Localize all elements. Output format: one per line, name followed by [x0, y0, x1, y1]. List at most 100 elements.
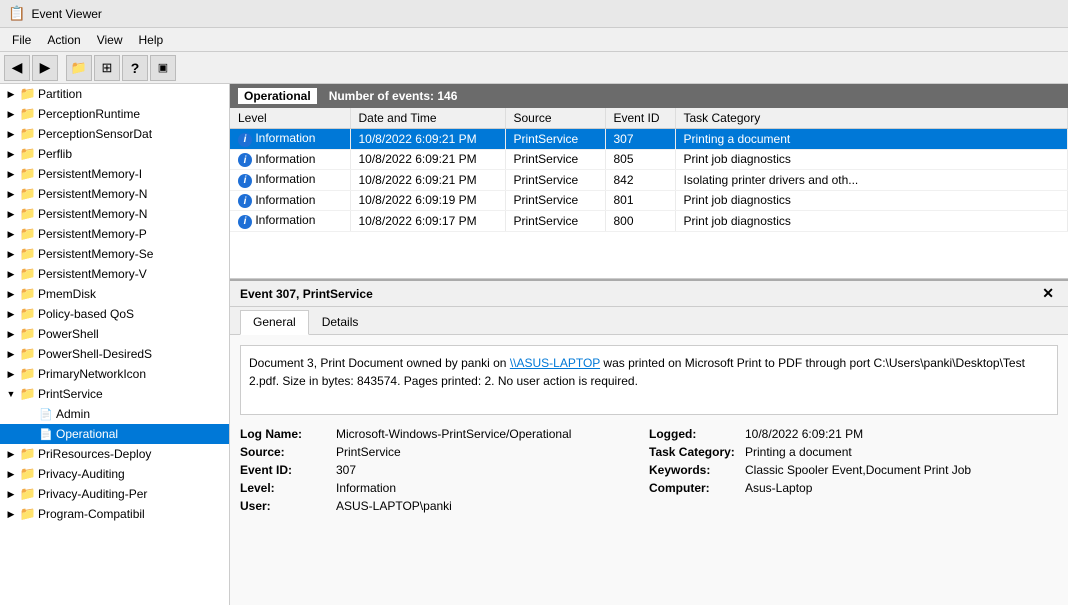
menu-help[interactable]: Help	[131, 31, 172, 49]
sidebar-item-persistentMemoryV[interactable]: ▶📁PersistentMemory-V	[0, 264, 229, 284]
folder-icon: 📁	[20, 506, 36, 522]
sidebar-item-label: Partition	[38, 87, 82, 101]
expand-icon: ▶	[4, 129, 18, 140]
detail-row-computer: Computer: Asus-Laptop	[649, 479, 1058, 497]
sidebar-item-perceptionSensorDat[interactable]: ▶📁PerceptionSensorDat	[0, 124, 229, 144]
sidebar-item-privacyAuditingPer[interactable]: ▶📁Privacy-Auditing-Per	[0, 484, 229, 504]
expand-icon: ▶	[4, 449, 18, 460]
table-row[interactable]: i Information10/8/2022 6:09:17 PMPrintSe…	[230, 211, 1068, 232]
help-button[interactable]: ?	[122, 55, 148, 81]
events-header: Operational Number of events: 146	[230, 84, 1068, 108]
events-table-container: Operational Number of events: 146 Level …	[230, 84, 1068, 279]
sidebar-item-policyQoS[interactable]: ▶📁Policy-based QoS	[0, 304, 229, 324]
sidebar-item-powerShellDesired[interactable]: ▶📁PowerShell-DesiredS	[0, 344, 229, 364]
table-row[interactable]: i Information10/8/2022 6:09:21 PMPrintSe…	[230, 149, 1068, 170]
sidebar-item-label: PerceptionRuntime	[38, 107, 140, 121]
cell-taskcategory: Print job diagnostics	[675, 211, 1068, 232]
sidebar-item-persistentMemoryN2[interactable]: ▶📁PersistentMemory-N	[0, 204, 229, 224]
sidebar-item-perceptionRuntime[interactable]: ▶📁PerceptionRuntime	[0, 104, 229, 124]
sidebar-item-programCompatibil[interactable]: ▶📁Program-Compatibil	[0, 504, 229, 524]
open-folder-button[interactable]: 📁	[66, 55, 92, 81]
sidebar-item-label: Policy-based QoS	[38, 307, 134, 321]
cell-source: PrintService	[505, 211, 605, 232]
menu-file[interactable]: File	[4, 31, 39, 49]
sidebar-item-perflib[interactable]: ▶📁Perflib	[0, 144, 229, 164]
expand-icon: ▶	[4, 149, 18, 160]
operational-tag: Operational	[238, 88, 317, 104]
extra-button[interactable]: ▣	[150, 55, 176, 81]
expand-icon: ▶	[4, 89, 18, 100]
folder-icon: 📁	[20, 226, 36, 242]
forward-button[interactable]: ▶	[32, 55, 58, 81]
sidebar: ▶📁Partition▶📁PerceptionRuntime▶📁Percepti…	[0, 84, 230, 605]
collapse-icon: ▼	[4, 389, 18, 399]
back-button[interactable]: ◀	[4, 55, 30, 81]
sidebar-item-label: Program-Compatibil	[38, 507, 145, 521]
view-button[interactable]: ⊞	[94, 55, 120, 81]
value-source: PrintService	[336, 445, 401, 459]
sidebar-item-label: PowerShell-DesiredS	[38, 347, 152, 361]
app-title: Event Viewer	[31, 7, 101, 21]
sidebar-item-label: Operational	[56, 427, 118, 441]
sidebar-item-label: PrimaryNetworkIcon	[38, 367, 146, 381]
value-taskcategory: Printing a document	[745, 445, 852, 459]
sidebar-item-persistentMemorySe[interactable]: ▶📁PersistentMemory-Se	[0, 244, 229, 264]
table-row[interactable]: i Information10/8/2022 6:09:21 PMPrintSe…	[230, 129, 1068, 150]
sidebar-item-printService[interactable]: ▼📁PrintService	[0, 384, 229, 404]
sidebar-item-label: PrintService	[38, 387, 103, 401]
cell-level: i Information	[230, 211, 350, 232]
cell-eventid: 801	[605, 190, 675, 211]
menu-action[interactable]: Action	[39, 31, 88, 49]
sidebar-item-operational[interactable]: 📄Operational	[0, 424, 229, 444]
folder-icon: 📁	[20, 386, 36, 402]
sidebar-item-admin[interactable]: 📄Admin	[0, 404, 229, 424]
sidebar-item-primaryNetworkIcon[interactable]: ▶📁PrimaryNetworkIcon	[0, 364, 229, 384]
expand-icon: ▶	[4, 489, 18, 500]
info-icon: i	[238, 215, 252, 229]
col-taskcategory: Task Category	[675, 108, 1068, 129]
cell-eventid: 805	[605, 149, 675, 170]
cell-source: PrintService	[505, 129, 605, 150]
expand-icon: ▶	[4, 209, 18, 220]
right-panel: Operational Number of events: 146 Level …	[230, 84, 1068, 605]
sidebar-item-privacyAuditing[interactable]: ▶📁Privacy-Auditing	[0, 464, 229, 484]
detail-row-source: Source: PrintService	[240, 443, 649, 461]
sidebar-item-priResourcesDeploy[interactable]: ▶📁PriResources-Deploy	[0, 444, 229, 464]
info-icon: i	[238, 194, 252, 208]
folder-icon: 📁	[20, 126, 36, 142]
tab-details[interactable]: Details	[309, 310, 372, 334]
tab-general[interactable]: General	[240, 310, 309, 335]
table-row[interactable]: i Information10/8/2022 6:09:19 PMPrintSe…	[230, 190, 1068, 211]
folder-icon: 📁	[20, 86, 36, 102]
label-level: Level:	[240, 481, 330, 495]
sidebar-item-persistentMemoryI[interactable]: ▶📁PersistentMemory-I	[0, 164, 229, 184]
table-row[interactable]: i Information10/8/2022 6:09:21 PMPrintSe…	[230, 170, 1068, 191]
cell-level: i Information	[230, 190, 350, 211]
sidebar-item-label: PersistentMemory-Se	[38, 247, 153, 261]
events-table: Level Date and Time Source Event ID Task…	[230, 108, 1068, 232]
detail-right-col: Logged: 10/8/2022 6:09:21 PM Task Catego…	[649, 425, 1058, 515]
folder-icon: 📁	[20, 326, 36, 342]
folder-icon: 📁	[20, 306, 36, 322]
sidebar-item-partition[interactable]: ▶📁Partition	[0, 84, 229, 104]
sidebar-item-persistentMemoryN[interactable]: ▶📁PersistentMemory-N	[0, 184, 229, 204]
sidebar-item-pmemDisk[interactable]: ▶📁PmemDisk	[0, 284, 229, 304]
detail-grid: Log Name: Microsoft-Windows-PrintService…	[240, 425, 1058, 515]
sidebar-item-label: PersistentMemory-N	[38, 207, 147, 221]
cell-taskcategory: Print job diagnostics	[675, 190, 1068, 211]
expand-icon: ▶	[4, 369, 18, 380]
event-count: Number of events: 146	[329, 89, 458, 103]
cell-datetime: 10/8/2022 6:09:21 PM	[350, 170, 505, 191]
cell-source: PrintService	[505, 190, 605, 211]
expand-icon: ▶	[4, 189, 18, 200]
detail-left-col: Log Name: Microsoft-Windows-PrintService…	[240, 425, 649, 515]
sidebar-item-label: Perflib	[38, 147, 72, 161]
info-icon: i	[238, 133, 252, 147]
menu-view[interactable]: View	[89, 31, 131, 49]
sidebar-item-persistentMemoryP[interactable]: ▶📁PersistentMemory-P	[0, 224, 229, 244]
close-detail-button[interactable]: ✕	[1038, 285, 1058, 302]
sidebar-item-powerShell[interactable]: ▶📁PowerShell	[0, 324, 229, 344]
asus-laptop-link[interactable]: \\ASUS-LAPTOP	[510, 356, 600, 370]
detail-content: Document 3, Print Document owned by pank…	[230, 335, 1068, 525]
value-level: Information	[336, 481, 396, 495]
